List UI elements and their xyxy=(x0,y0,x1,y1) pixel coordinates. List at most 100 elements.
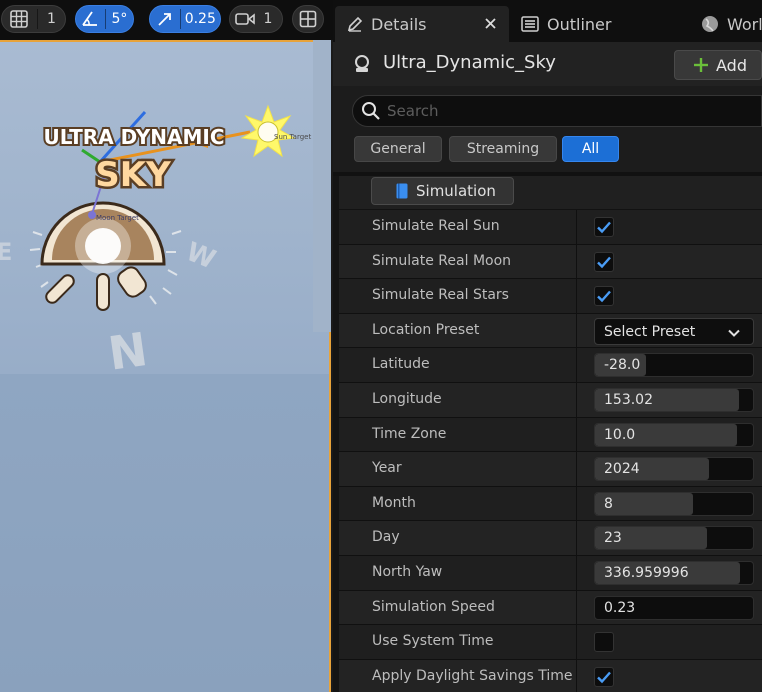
compass-east-letter: E xyxy=(0,238,12,266)
property-value-cell xyxy=(576,625,762,659)
rotation-snap-toggle[interactable] xyxy=(76,6,105,32)
grid-snap-toggle[interactable] xyxy=(2,6,37,32)
property-row: Time Zone 10.0 xyxy=(333,417,762,453)
number-field-value: -28.0 xyxy=(604,357,641,374)
property-value-cell: 23 xyxy=(576,521,762,555)
property-label: Longitude xyxy=(372,390,442,407)
property-number-field[interactable]: 153.02 xyxy=(594,387,754,412)
property-checkbox[interactable] xyxy=(594,251,614,272)
viewport-right-band xyxy=(313,40,331,332)
property-label: Use System Time xyxy=(372,633,494,650)
grid-icon xyxy=(10,10,29,28)
tab-outliner[interactable]: Outliner xyxy=(521,6,681,42)
property-label: Time Zone xyxy=(372,425,447,442)
property-row: Simulate Real Moon xyxy=(333,244,762,280)
property-number-field[interactable]: 2024 xyxy=(594,457,754,482)
property-checkbox[interactable] xyxy=(594,666,614,687)
grid-snap-group[interactable]: 1 xyxy=(1,5,66,33)
checkmark-icon xyxy=(597,671,611,683)
sun-target-icon[interactable] xyxy=(240,104,296,158)
property-number-field[interactable]: 0.23 xyxy=(594,595,754,620)
property-label: Day xyxy=(372,529,400,546)
actor-icon xyxy=(355,55,369,72)
number-field-value: 153.02 xyxy=(604,391,653,408)
panel-tab-bar: Details Outliner World xyxy=(333,0,762,42)
property-row: Year 2024 xyxy=(333,452,762,487)
category-simulation-button[interactable]: Simulation xyxy=(371,177,514,205)
camera-speed-group[interactable]: 1 xyxy=(229,5,283,33)
moon-target-label: Moon Target xyxy=(96,214,139,222)
viewport-frame[interactable]: N W E xyxy=(0,40,331,692)
number-field-value: 10.0 xyxy=(604,426,636,443)
scale-snap-toggle[interactable] xyxy=(150,6,180,32)
selected-object-row: Ultra_Dynamic_Sky Add xyxy=(333,42,762,86)
property-number-field[interactable]: 8 xyxy=(594,491,754,516)
level-viewport[interactable]: N W E xyxy=(0,0,333,692)
property-value-cell: 336.959996 xyxy=(576,555,762,590)
property-row: Location Preset Select Preset xyxy=(333,313,762,349)
tab-world[interactable]: World xyxy=(701,6,762,42)
property-label: Latitude xyxy=(372,356,430,373)
property-number-field[interactable]: -28.0 xyxy=(594,353,754,378)
property-value-cell: 153.02 xyxy=(576,382,762,417)
filter-all-button[interactable]: All xyxy=(562,136,619,162)
sky-actor-gizmo[interactable]: N W E xyxy=(0,42,331,692)
property-label: Simulate Real Stars xyxy=(372,287,509,304)
book-icon xyxy=(396,183,408,199)
panel-scrollbar[interactable] xyxy=(333,176,339,692)
camera-speed-value[interactable]: 1 xyxy=(260,6,276,32)
scale-snap-value[interactable]: 0.25 xyxy=(181,6,220,32)
property-row: Month 8 xyxy=(333,486,762,522)
tab-outliner-label: Outliner xyxy=(547,14,612,34)
property-row: Apply Daylight Savings Time xyxy=(333,659,762,692)
property-value-cell: 2024 xyxy=(576,452,762,486)
property-row: Use System Time xyxy=(333,625,762,660)
chevron-down-icon xyxy=(727,325,741,344)
property-checkbox[interactable] xyxy=(594,632,614,653)
checkmark-icon xyxy=(597,256,611,268)
number-field-value: 23 xyxy=(604,530,622,547)
property-number-field[interactable]: 336.959996 xyxy=(594,560,754,585)
property-value-cell: -28.0 xyxy=(576,348,762,382)
search-icon xyxy=(362,102,380,120)
property-value-cell xyxy=(576,244,762,279)
property-value-cell: 10.0 xyxy=(576,417,762,452)
property-number-field[interactable]: 10.0 xyxy=(594,422,754,447)
property-number-field[interactable]: 23 xyxy=(594,526,754,551)
property-label: Simulate Real Sun xyxy=(372,218,500,234)
property-checkbox[interactable] xyxy=(594,286,614,307)
tab-details-label: Details xyxy=(371,14,427,34)
property-value-cell: Select Preset xyxy=(576,313,762,348)
property-label: Simulation Speed xyxy=(372,598,495,615)
tab-world-label: World xyxy=(727,14,762,34)
filter-general-button[interactable]: General xyxy=(354,136,442,162)
checkmark-icon xyxy=(597,290,611,303)
camera-speed-toggle[interactable] xyxy=(230,6,260,32)
logo-line2: SKY xyxy=(95,155,171,195)
property-dropdown[interactable]: Select Preset xyxy=(594,317,754,345)
property-row: Simulate Real Stars xyxy=(333,279,762,314)
details-search-box[interactable] xyxy=(352,95,762,127)
property-label: Month xyxy=(372,494,416,511)
scale-snap-group[interactable]: 0.25 xyxy=(149,5,221,33)
viewport-layout-button[interactable] xyxy=(292,5,324,33)
pencil-icon xyxy=(347,16,363,32)
search-input[interactable] xyxy=(387,100,747,122)
property-row: North Yaw 336.959996 xyxy=(333,555,762,591)
rotation-snap-value[interactable]: 5° xyxy=(106,6,133,32)
property-rows: Simulate Real Sun Simulate Real Moon Simul… xyxy=(333,210,762,692)
property-label: Year xyxy=(372,460,402,477)
grid-snap-value[interactable]: 1 xyxy=(38,6,65,32)
property-checkbox[interactable] xyxy=(594,217,614,237)
filter-streaming-button[interactable]: Streaming xyxy=(449,136,557,162)
compass-west-letter: W xyxy=(182,237,220,276)
tab-details[interactable]: Details xyxy=(335,6,509,42)
dropdown-selected-value: Select Preset xyxy=(604,323,696,340)
property-value-cell xyxy=(576,279,762,313)
number-field-value: 8 xyxy=(604,495,613,512)
property-label: Apply Daylight Savings Time xyxy=(372,667,573,684)
rotation-snap-group[interactable]: 5° xyxy=(75,5,134,33)
close-icon[interactable] xyxy=(485,18,496,29)
plus-icon xyxy=(694,58,708,72)
add-component-button[interactable]: Add xyxy=(674,50,762,80)
